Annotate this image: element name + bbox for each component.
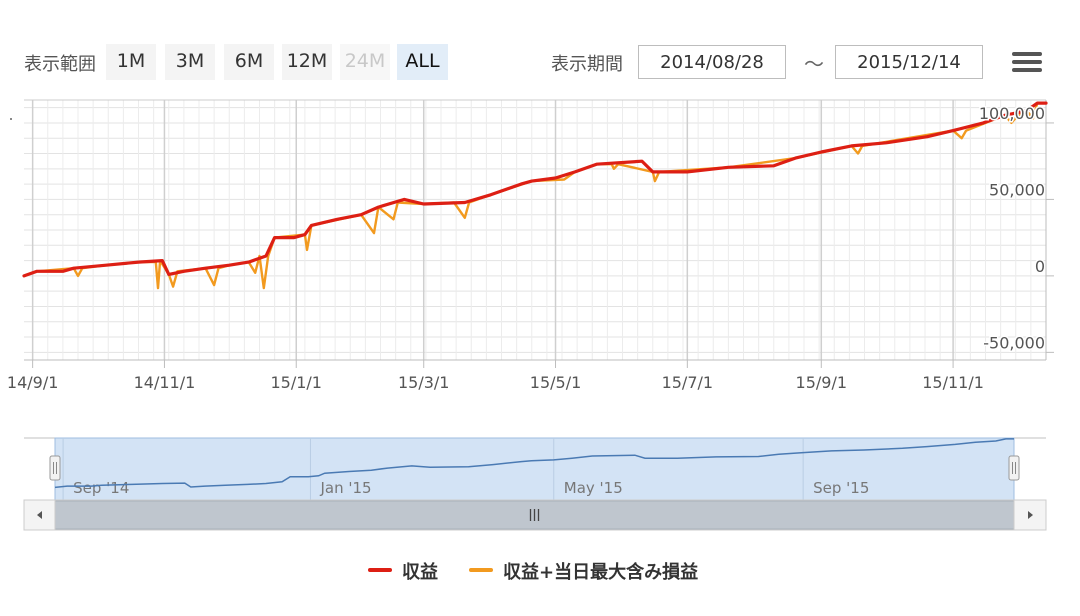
navigator-handle-left <box>49 455 61 481</box>
navigator-label: May '15 <box>564 479 623 497</box>
legend-line-profit <box>368 568 392 572</box>
legend-label-profit: 収益 <box>402 562 438 583</box>
navigator[interactable]: Sep '14 Jan '15 May '15 Sep '15 <box>0 0 1080 616</box>
navigator-label: Sep '14 <box>73 479 129 497</box>
legend-line-profit-with-unrealized <box>469 568 493 572</box>
legend: 収益 収益+当日最大含み損益 <box>0 556 1080 584</box>
legend-label-profit-with-unrealized: 収益+当日最大含み損益 <box>503 562 699 583</box>
navigator-body[interactable]: Sep '14 Jan '15 May '15 Sep '15 <box>23 437 1047 531</box>
navigator-label: Jan '15 <box>319 479 371 497</box>
navigator-label: Sep '15 <box>813 479 869 497</box>
navigator-handle-right <box>1008 455 1020 481</box>
navigator-selection <box>54 437 1015 501</box>
